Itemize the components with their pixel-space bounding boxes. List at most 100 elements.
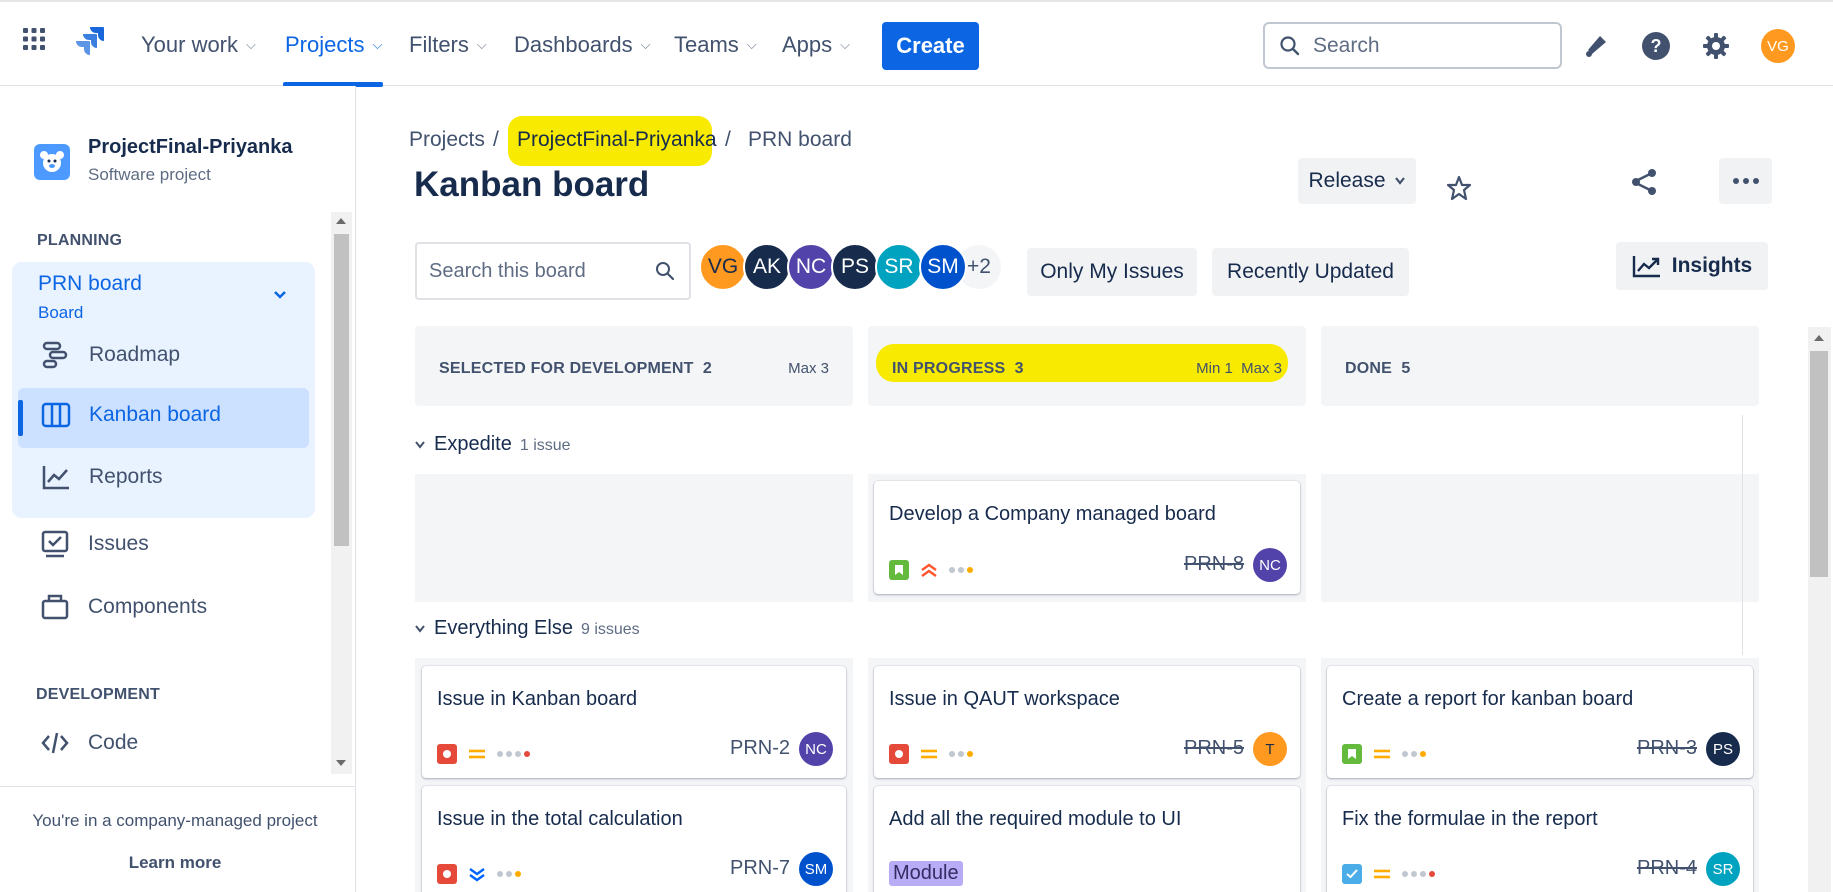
jira-logo-icon[interactable] (74, 24, 106, 56)
project-type: Software project (88, 165, 211, 184)
column-name: DONE (1345, 360, 1393, 377)
column-header-in-progress[interactable]: IN PROGRESS 3 Min 1 Max 3 (868, 326, 1306, 406)
release-button[interactable]: Release (1298, 158, 1416, 204)
issue-label[interactable]: Module (889, 861, 963, 886)
issue-card-prn-8[interactable]: Develop a Company managed board PRN-8 NC (874, 481, 1300, 594)
sidebar-item-components[interactable]: Components (40, 592, 207, 622)
issue-key[interactable]: PRN-4 (1637, 857, 1697, 880)
nav-projects[interactable]: Projects ⌵ (285, 32, 382, 58)
sidebar-scrollbar[interactable] (331, 212, 352, 774)
issue-key[interactable]: PRN-2 (730, 737, 790, 760)
notifications-icon[interactable] (1580, 30, 1612, 62)
bug-icon (889, 744, 909, 764)
issue-card-prn-4[interactable]: Fix the formulae in the report PRN-4 SR (1327, 786, 1753, 892)
chevron-down-icon: ⌵ (476, 37, 487, 52)
issue-key[interactable]: PRN-7 (730, 857, 790, 880)
nav-dashboards[interactable]: Dashboards ⌵ (514, 32, 651, 58)
column-header-selected[interactable]: SELECTED FOR DEVELOPMENT 2 Max 3 (415, 326, 853, 406)
insights-button[interactable]: Insights (1616, 242, 1768, 290)
board-search-input[interactable]: Search this board (415, 242, 691, 300)
nav-your-work[interactable]: Your work ⌵ (141, 32, 256, 58)
filter-avatar-vg[interactable]: VG (699, 243, 747, 291)
filter-avatar-nc[interactable]: NC (787, 243, 835, 291)
card-title: Create a report for kanban board (1342, 688, 1634, 710)
assignee-avatar[interactable]: SR (1706, 852, 1740, 886)
issue-card-prn-3[interactable]: Create a report for kanban board PRN-3 P… (1327, 666, 1753, 778)
scroll-thumb[interactable] (1810, 351, 1828, 577)
nav-label: Apps (782, 32, 833, 57)
nav-apps[interactable]: Apps ⌵ (782, 32, 850, 58)
filter-avatar-ak[interactable]: AK (743, 243, 791, 291)
assignee-avatar[interactable]: PS (1706, 732, 1740, 766)
issue-card-module-ui[interactable]: Add all the required module to UI Module (874, 786, 1300, 892)
breadcrumb-board[interactable]: PRN board (748, 128, 852, 152)
filter-avatar-sr[interactable]: SR (875, 243, 923, 291)
recently-updated-button[interactable]: Recently Updated (1212, 248, 1409, 296)
breadcrumb-separator: / (725, 128, 731, 151)
share-icon[interactable] (1439, 158, 1483, 204)
assignee-avatar[interactable]: T (1253, 732, 1287, 766)
only-my-issues-button[interactable]: Only My Issues (1027, 248, 1197, 296)
more-actions-button[interactable] (1719, 158, 1772, 204)
chevron-down-icon (272, 288, 288, 306)
company-managed-text: You're in a company-managed project (32, 811, 318, 830)
board-scrollbar[interactable] (1808, 327, 1831, 892)
scroll-up-icon[interactable] (1814, 335, 1824, 341)
lane-cell (415, 474, 853, 602)
column-title: SELECTED FOR DEVELOPMENT 2 (439, 360, 712, 378)
sidebar-item-issues[interactable]: Issues (40, 529, 149, 559)
reports-chart-icon (42, 466, 69, 490)
assignee-avatar[interactable]: NC (799, 732, 833, 766)
sidebar-item-kanban-board[interactable]: Kanban board (41, 400, 221, 430)
swimlane-count: 1 issue (519, 437, 571, 454)
help-icon[interactable]: ? (1640, 30, 1672, 62)
swimlane-everything-else-header[interactable]: Everything Else 9 issues (414, 617, 640, 640)
search-placeholder: Search (1313, 33, 1380, 57)
user-avatar[interactable]: VG (1761, 29, 1795, 63)
sidebar-item-code[interactable]: Code (40, 728, 138, 758)
breadcrumb-project[interactable]: ProjectFinal-Priyanka (517, 128, 717, 152)
scroll-up-icon[interactable] (336, 218, 346, 224)
active-item-indicator (18, 400, 23, 436)
lane-cell (1321, 474, 1759, 602)
issue-card-prn-5[interactable]: Issue in QAUT workspace PRN-5 T (874, 666, 1300, 778)
create-button[interactable]: Create (882, 22, 979, 70)
sidebar-item-label: Code (88, 731, 139, 754)
share-nodes-icon[interactable] (1624, 162, 1664, 202)
project-avatar-icon[interactable] (34, 144, 70, 180)
board-selector[interactable]: PRN board Board (38, 272, 298, 328)
release-label: Release (1308, 169, 1386, 192)
filter-avatar-sm[interactable]: SM (919, 243, 967, 291)
settings-gear-icon[interactable] (1700, 30, 1732, 62)
scroll-down-icon[interactable] (336, 760, 346, 766)
assignee-avatar[interactable]: SM (799, 852, 833, 886)
nav-filters[interactable]: Filters ⌵ (409, 32, 487, 58)
filter-avatar-ps[interactable]: PS (831, 243, 879, 291)
column-limit: Min 1 Max 3 (1196, 360, 1282, 377)
sidebar-item-roadmap[interactable]: Roadmap (41, 340, 180, 370)
project-name[interactable]: ProjectFinal-Priyanka (88, 136, 293, 159)
card-footer (437, 744, 530, 764)
swimlane-expedite-header[interactable]: Expedite 1 issue (414, 433, 571, 456)
sidebar-item-reports[interactable]: Reports (41, 462, 163, 492)
card-footer (889, 744, 973, 764)
chevron-down-icon: ⌵ (746, 37, 757, 52)
assignee-avatar[interactable]: NC (1253, 548, 1287, 582)
learn-more-link[interactable]: Learn more (0, 853, 350, 873)
app-switcher-icon[interactable] (22, 27, 46, 51)
issue-card-prn-7[interactable]: Issue in the total calculation PRN-7 SM (422, 786, 846, 892)
issue-key[interactable]: PRN-3 (1637, 737, 1697, 760)
breadcrumb-projects[interactable]: Projects (409, 128, 485, 152)
column-limit: Max 3 (788, 360, 829, 377)
issue-key[interactable]: PRN-8 (1184, 553, 1244, 576)
issue-card-prn-2[interactable]: Issue in Kanban board PRN-2 NC (422, 666, 846, 778)
column-header-done[interactable]: DONE 5 (1321, 326, 1759, 406)
sidebar-footer: You're in a company-managed project Lear… (0, 786, 356, 892)
bug-icon (437, 864, 457, 884)
global-search-input[interactable]: Search (1263, 22, 1562, 69)
priority-medium-icon (921, 749, 937, 759)
scroll-thumb[interactable] (334, 234, 349, 546)
nav-teams[interactable]: Teams ⌵ (674, 32, 757, 58)
issue-key[interactable]: PRN-5 (1184, 737, 1244, 760)
task-icon (1342, 864, 1362, 884)
